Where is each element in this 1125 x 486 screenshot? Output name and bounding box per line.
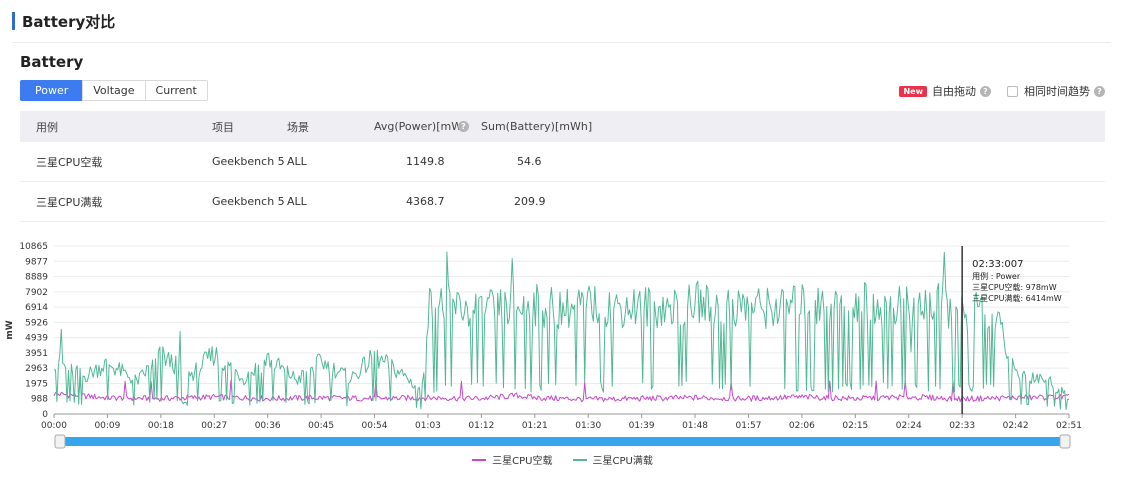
x-tick-label: 01:30 [575, 421, 601, 431]
x-tick-label: 01:21 [522, 421, 548, 431]
x-tick-label: 00:36 [255, 421, 281, 431]
table-cell: 4368.7 [406, 195, 445, 208]
legend-item-full[interactable]: 三星CPU满载 [572, 452, 653, 467]
y-tick-label: 2963 [25, 364, 48, 374]
tab-current[interactable]: Current [144, 80, 208, 101]
x-tick-label: 02:51 [1056, 421, 1082, 431]
table-cell: 三星CPU满载 [36, 195, 103, 209]
question-icon[interactable]: ? [458, 121, 469, 132]
y-tick-label: 10865 [19, 242, 48, 252]
legend-label: 三星CPU满载 [592, 456, 653, 467]
x-tick-label: 01:57 [736, 421, 762, 431]
table-cell: Geekbench 5 [212, 195, 285, 208]
x-tick-label: 00:09 [94, 421, 120, 431]
tooltip-time: 02:33:007 [972, 259, 1023, 270]
y-tick-label: 3951 [25, 349, 48, 359]
x-tick-label: 01:03 [415, 421, 441, 431]
table-cell: ALL [287, 155, 307, 168]
question-icon[interactable]: ? [980, 85, 991, 97]
column-header: 项目 [212, 120, 234, 134]
power-line-chart[interactable]: 10865 9877 8889 7902 6914 5926 4939 3951 2963 197… [0, 236, 1125, 450]
tooltip-row: 用例 : Power [972, 271, 1021, 281]
x-tick-label: 00:45 [308, 421, 334, 431]
y-axis-label: mW [5, 320, 15, 339]
legend-label: 三星CPU空载 [492, 456, 553, 467]
x-tick-label: 01:12 [468, 421, 494, 431]
y-tick-label: 988 [31, 395, 48, 405]
table-row: 三星CPU空载 Geekbench 5 ALL 1149.8 54.6 [20, 142, 1105, 182]
y-tick-label: 9877 [25, 257, 48, 267]
table-header: 用例 项目 场景 Avg(Power)[mW] ? Sum(Battery)[m… [20, 111, 1105, 142]
tooltip-row: 三星CPU空载: 978mW [972, 282, 1057, 292]
x-tick-label: 01:48 [682, 421, 708, 431]
x-tick-label: 00:18 [148, 421, 174, 431]
question-icon[interactable]: ? [1094, 85, 1105, 97]
table-cell: Geekbench 5 [212, 155, 285, 168]
series-line [53, 251, 1070, 411]
range-slider-handle-right [1059, 434, 1071, 449]
x-tick-label: 02:15 [842, 421, 868, 431]
y-tick-label: 1975 [25, 379, 48, 389]
x-tick-label: 00:27 [201, 421, 227, 431]
x-tick-label: 02:06 [789, 421, 815, 431]
x-tick-label: 00:54 [362, 421, 388, 431]
chart-tools: New 自由拖动 ? 相同时间趋势 ? [899, 83, 1105, 99]
x-tick-label: 02:24 [896, 421, 922, 431]
y-tick-label: 0 [42, 410, 48, 420]
header-divider [12, 42, 1111, 43]
chart-legend: 三星CPU空载 三星CPU满载 [0, 452, 1125, 467]
summary-table: 用例 项目 场景 Avg(Power)[mW] ? Sum(Battery)[m… [20, 111, 1105, 222]
x-tick-label: 02:33 [949, 421, 975, 431]
legend-swatch [472, 458, 487, 461]
new-badge: New [899, 85, 927, 97]
table-cell: ALL [287, 195, 307, 208]
table-row: 三星CPU满载 Geekbench 5 ALL 4368.7 209.9 [20, 182, 1105, 222]
table-cell: 三星CPU空载 [36, 155, 103, 169]
table-cell: 209.9 [514, 195, 546, 208]
tab-power[interactable]: Power [20, 80, 84, 101]
page-title: Battery对比 [22, 12, 116, 31]
y-tick-label: 8889 [25, 273, 48, 283]
column-header: Avg(Power)[mW] [374, 120, 467, 133]
legend-item-idle[interactable]: 三星CPU空载 [472, 452, 553, 467]
y-tick-label: 5926 [25, 318, 48, 328]
y-tick-label: 7902 [25, 288, 48, 298]
x-tick-label: 00:00 [41, 421, 67, 431]
tooltip-row: 三星CPU满载: 6414mW [972, 293, 1062, 303]
y-tick-label: 6914 [25, 303, 48, 313]
metric-tabs: Power Voltage Current [20, 80, 208, 101]
same-time-label: 相同时间趋势 [1024, 85, 1090, 98]
column-header: 场景 [287, 120, 309, 134]
table-cell: 54.6 [517, 155, 542, 168]
tab-voltage[interactable]: Voltage [82, 80, 146, 101]
column-header: Sum(Battery)[mWh] [481, 120, 593, 133]
range-slider-track [58, 437, 1070, 446]
legend-swatch [572, 458, 587, 461]
column-header: 用例 [36, 120, 58, 134]
title-accent-bar [12, 12, 15, 30]
table-cell: 1149.8 [406, 155, 445, 168]
free-drag-toggle[interactable]: 自由拖动 [932, 83, 976, 99]
range-slider-handle-left [54, 434, 66, 449]
title-bar: Battery对比 [12, 10, 115, 32]
y-tick-label: 4939 [25, 334, 48, 344]
x-tick-label: 01:39 [629, 421, 655, 431]
same-time-checkbox[interactable] [1007, 85, 1018, 97]
x-tick-label: 02:42 [1003, 421, 1029, 431]
section-title: Battery [20, 53, 84, 71]
